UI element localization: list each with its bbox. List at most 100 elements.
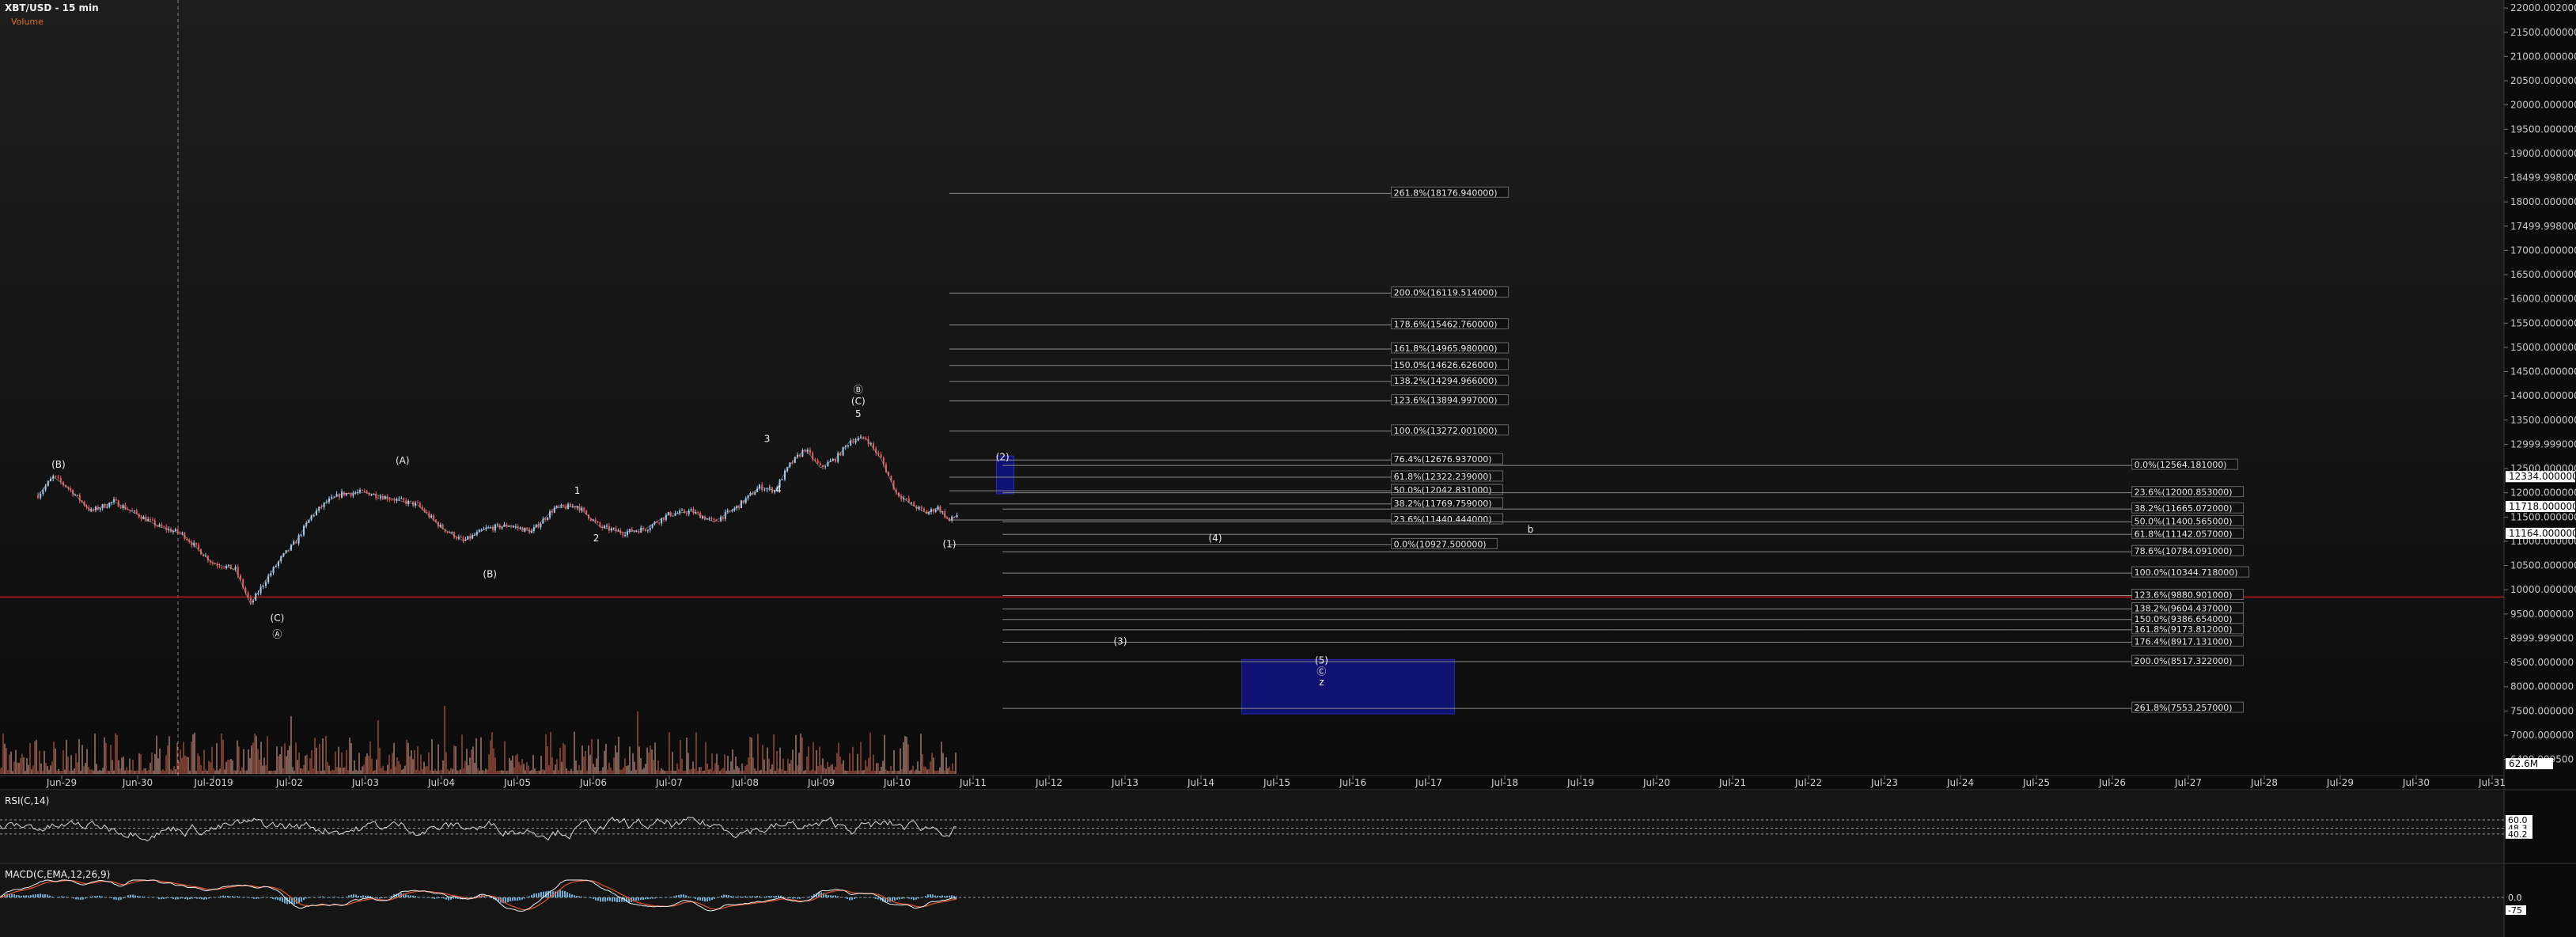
candle-body — [645, 529, 646, 531]
wave-label: Ⓒ — [1316, 666, 1326, 677]
candle-body — [393, 499, 396, 501]
candle-body — [635, 530, 638, 532]
candle-body — [232, 569, 234, 571]
price-tick-label: 11500.000000 — [2510, 511, 2576, 522]
candle-body — [852, 441, 854, 443]
date-tick-label: Jul-18 — [1491, 777, 1518, 788]
candle-body — [430, 515, 433, 518]
candle-body — [510, 526, 513, 528]
candle-body — [104, 504, 106, 508]
candle-body — [300, 535, 302, 537]
macd-zero-label: 0.0 — [2508, 893, 2522, 903]
rsi-level-label: 40.2 — [2508, 829, 2528, 840]
fib-level-label: 123.6%(9880.901000) — [2135, 590, 2233, 601]
price-tick-label: 18499.998000 — [2510, 173, 2576, 184]
date-tick-label: Jul-10 — [883, 777, 911, 788]
candle-body — [198, 544, 200, 549]
date-tick-label: Jul-07 — [655, 777, 683, 788]
current-price-text: 12334.000000 — [2509, 471, 2576, 482]
price-tick-label: 12000.000000 — [2510, 487, 2576, 499]
candle-body — [638, 530, 640, 533]
fib-level-label: 23.6%(11440.444000) — [1394, 514, 1492, 525]
candle-body — [478, 529, 480, 533]
date-tick-label: Jul-25 — [2022, 777, 2050, 788]
candle-body — [672, 515, 674, 517]
fib-level-label: 138.2%(14294.966000) — [1394, 376, 1498, 386]
rsi-title: RSI(C,14) — [5, 795, 49, 806]
candle-body — [854, 440, 857, 443]
fib-level-label: 0.0%(10927.500000) — [1394, 539, 1487, 549]
candle-body — [708, 518, 710, 519]
fib-level-label: 78.6%(10784.091000) — [2135, 546, 2233, 556]
candle-body — [151, 519, 153, 521]
candle-body — [768, 487, 771, 489]
candle-body — [433, 515, 435, 520]
volume-value-label: 62.6M — [2509, 758, 2538, 769]
candle-body — [555, 506, 558, 508]
candle-body — [724, 511, 726, 519]
date-tick-label: Jul-29 — [2326, 777, 2354, 788]
fib-level-label: 261.8%(7553.257000) — [2135, 703, 2233, 713]
wave-label: z — [1319, 677, 1324, 688]
fib-level-label: 76.4%(12676.937000) — [1394, 454, 1492, 465]
price-tick-label: 14000.000000 — [2510, 390, 2576, 401]
candle-body — [140, 517, 142, 520]
wave-label: (1) — [943, 538, 957, 549]
candle-body — [809, 450, 811, 453]
date-tick-label: Jun-30 — [122, 777, 153, 788]
candle-body — [663, 518, 665, 520]
price-tick-label: 16000.000000 — [2510, 294, 2576, 305]
fib-level-label: 178.6%(15462.760000) — [1394, 320, 1498, 330]
candle-body — [740, 500, 742, 509]
volume-legend: Volume — [11, 17, 44, 27]
candle-body — [819, 463, 821, 466]
candle-body — [926, 510, 928, 514]
candle-body — [837, 453, 839, 462]
candle-body — [115, 499, 117, 501]
date-tick-label: Jul-22 — [1794, 777, 1822, 788]
candle-body — [158, 524, 161, 526]
candle-body — [451, 532, 453, 533]
date-tick-label: Jul-04 — [427, 777, 455, 788]
macd-pane-background — [0, 864, 2504, 937]
date-tick-label: Jul-31 — [2478, 777, 2506, 788]
macd-title: MACD(C,EMA,12,26,9) — [5, 869, 110, 880]
price-tick-label: 16500.000000 — [2510, 269, 2576, 280]
candle-body — [42, 490, 44, 495]
candle-body — [234, 567, 237, 570]
candle-body — [860, 436, 862, 438]
wave-label: (4) — [1209, 533, 1222, 544]
candle-body — [649, 527, 651, 530]
candle-body — [240, 575, 241, 579]
date-tick-label: Jul-16 — [1339, 777, 1366, 788]
candle-body — [877, 453, 880, 454]
date-tick-label: Jul-02 — [275, 777, 303, 788]
candle-body — [738, 506, 741, 509]
candle-body — [163, 526, 165, 528]
macd-value-label: -75 — [2508, 905, 2522, 916]
fib-level-label: 100.0%(13272.001000) — [1394, 426, 1498, 436]
date-tick-label: Jul-05 — [503, 777, 531, 788]
candle-body — [934, 510, 937, 512]
candle-body — [920, 506, 922, 509]
fib-level-label: 0.0%(12564.181000) — [2135, 460, 2227, 470]
date-tick-label: Jul-28 — [2250, 777, 2278, 788]
candle-body — [597, 521, 599, 523]
candle-body — [842, 446, 844, 456]
candle-body — [563, 504, 565, 506]
candle-body — [923, 508, 925, 511]
candle-body — [99, 508, 101, 510]
candle-body — [133, 510, 135, 512]
candle-body — [59, 478, 62, 482]
candle-body — [540, 523, 542, 528]
candle-body — [606, 525, 608, 527]
price-tick-label: 17499.998000 — [2510, 221, 2576, 232]
candle-body — [685, 513, 688, 514]
date-tick-label: Jul-19 — [1566, 777, 1594, 788]
candle-body — [462, 537, 464, 541]
candle-body — [40, 494, 42, 499]
candle-body — [218, 566, 221, 567]
candle-body — [388, 499, 391, 501]
candle-body — [195, 542, 198, 545]
candle-body — [722, 517, 724, 519]
